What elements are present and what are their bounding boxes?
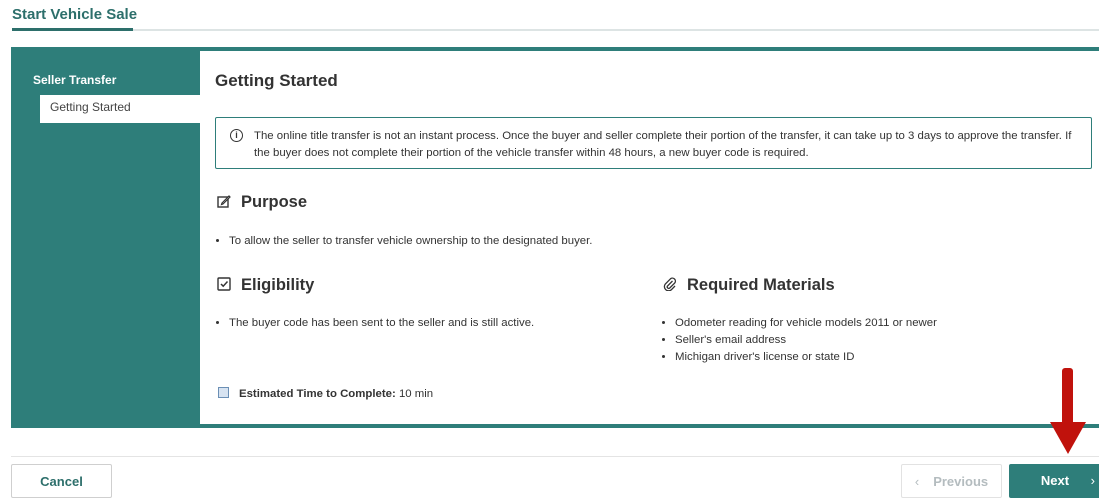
list-item: Odometer reading for vehicle models 2011… xyxy=(675,315,937,332)
purpose-list: To allow the seller to transfer vehicle … xyxy=(217,233,592,250)
page-title-underline xyxy=(12,28,133,31)
eligibility-list: The buyer code has been sent to the sell… xyxy=(217,315,534,332)
chevron-right-icon: › xyxy=(1090,473,1095,488)
annotation-arrow xyxy=(1050,368,1086,454)
estimated-time: Estimated Time to Complete: 10 min xyxy=(218,387,433,400)
content-title: Getting Started xyxy=(215,71,338,90)
chevron-left-icon: ‹ xyxy=(914,474,920,489)
cancel-button[interactable]: Cancel xyxy=(11,464,112,498)
wizard-panel: Seller Transfer Getting Started Getting … xyxy=(11,47,1099,428)
purpose-heading-label: Purpose xyxy=(241,193,308,211)
page-title: Start Vehicle Sale xyxy=(12,6,138,23)
header-divider xyxy=(133,29,1099,31)
paperclip-icon xyxy=(663,277,677,291)
previous-button-label: Previous xyxy=(933,474,989,489)
list-item: To allow the seller to transfer vehicle … xyxy=(229,233,592,250)
next-button-label: Next xyxy=(1040,473,1070,488)
purpose-heading: Purpose xyxy=(217,193,307,212)
sidebar-item-getting-started[interactable]: Getting Started xyxy=(40,95,200,123)
required-materials-list: Odometer reading for vehicle models 2011… xyxy=(663,315,937,366)
sidebar-heading: Seller Transfer xyxy=(33,73,117,87)
calendar-icon xyxy=(218,387,229,398)
checkbox-icon xyxy=(217,277,231,291)
eligibility-heading: Eligibility xyxy=(217,276,314,295)
required-materials-heading: Required Materials xyxy=(663,276,835,295)
estimated-time-label: Estimated Time to Complete: xyxy=(239,388,396,400)
footer-divider xyxy=(11,456,1099,457)
eligibility-heading-label: Eligibility xyxy=(241,276,315,294)
info-box: i The online title transfer is not an in… xyxy=(215,117,1092,169)
estimated-time-value: 10 min xyxy=(398,388,434,400)
content-area: Getting Started i The online title trans… xyxy=(200,51,1099,424)
edit-icon xyxy=(217,195,231,208)
info-text: The online title transfer is not an inst… xyxy=(254,130,1072,159)
previous-button[interactable]: ‹ Previous xyxy=(901,464,1002,498)
required-materials-heading-label: Required Materials xyxy=(687,276,835,294)
info-circle-icon: i xyxy=(230,129,243,142)
list-item: Michigan driver's license or state ID xyxy=(675,349,937,366)
list-item: The buyer code has been sent to the sell… xyxy=(229,315,534,332)
next-button[interactable]: Next › xyxy=(1009,464,1099,498)
list-item: Seller's email address xyxy=(675,332,937,349)
